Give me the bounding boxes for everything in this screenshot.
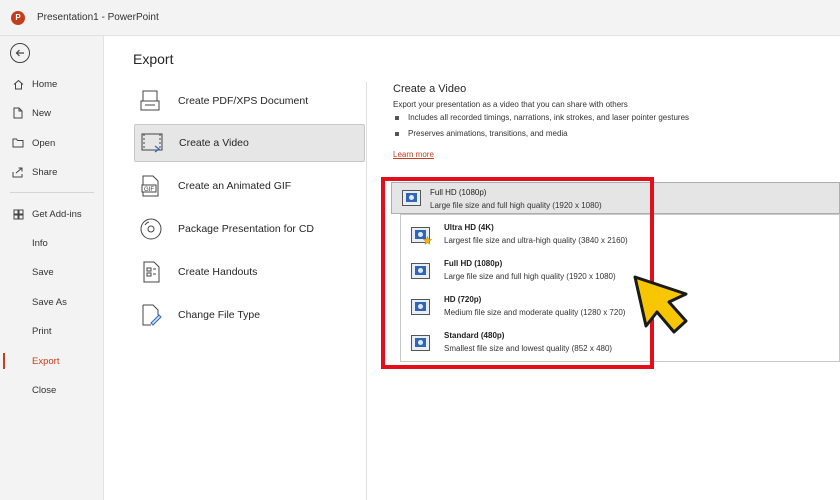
option-label: Create a Video	[179, 137, 249, 149]
option-label: Package Presentation for CD	[178, 223, 314, 235]
sidebar-divider	[10, 192, 94, 193]
cd-icon	[138, 216, 164, 242]
option-label: Create PDF/XPS Document	[178, 95, 309, 107]
sidebar-item-label: Open	[32, 137, 56, 149]
sidebar-item-open[interactable]: Open	[0, 129, 104, 157]
panel-divider	[366, 82, 367, 500]
sidebar-item-label: Info	[32, 237, 48, 249]
back-button[interactable]	[10, 43, 30, 63]
sidebar-item-get-add-ins[interactable]: Get Add-ins	[0, 200, 104, 228]
sidebar-item-print[interactable]: Print	[0, 317, 104, 345]
page-title: Export	[133, 51, 174, 67]
handouts-icon	[138, 259, 164, 285]
option-create-video[interactable]: Create a Video	[134, 124, 365, 162]
svg-text:GIF: GIF	[144, 187, 154, 193]
sidebar-item-home[interactable]: Home	[0, 70, 104, 98]
bullet-text: Includes all recorded timings, narration…	[408, 113, 690, 122]
sidebar-item-new[interactable]: New	[0, 99, 104, 127]
pdf-document-icon	[138, 88, 164, 114]
sidebar-item-save-as[interactable]: Save As	[0, 288, 104, 316]
new-file-icon	[12, 107, 24, 119]
sidebar-item-share[interactable]: Share	[0, 158, 104, 186]
home-icon	[12, 78, 24, 90]
sidebar-item-label: Save	[32, 266, 54, 278]
title-bar: P Presentation1 - PowerPoint	[0, 0, 840, 36]
sidebar-item-label: Save As	[32, 296, 67, 308]
bullet-text: Preserves animations, transitions, and m…	[408, 129, 568, 138]
sidebar-item-label: Share	[32, 166, 58, 178]
sidebar-item-label: New	[32, 107, 52, 119]
video-panel-title: Create a Video	[393, 83, 467, 95]
option-label: Create Handouts	[178, 266, 258, 278]
sidebar-item-save[interactable]: Save	[0, 258, 104, 286]
option-label: Change File Type	[178, 309, 261, 321]
bullet-item: Includes all recorded timings, narration…	[395, 113, 689, 122]
sidebar-item-label: Print	[32, 325, 52, 337]
sidebar-item-info[interactable]: Info	[0, 229, 104, 257]
option-package-for-cd[interactable]: Package Presentation for CD	[134, 210, 365, 248]
annotation-highlight-frame	[381, 177, 654, 369]
change-file-type-icon	[138, 302, 164, 328]
open-folder-icon	[12, 137, 24, 149]
window-title: Presentation1 - PowerPoint	[37, 12, 159, 23]
bullet-dot	[395, 115, 399, 120]
option-change-file-type[interactable]: Change File Type	[134, 296, 365, 334]
bullet-dot	[395, 131, 399, 136]
sidebar-item-export[interactable]: Export	[0, 347, 104, 375]
sidebar-item-label: Export	[32, 355, 60, 367]
option-create-pdf-xps[interactable]: Create PDF/XPS Document	[134, 82, 365, 120]
video-panel-description: Export your presentation as a video that…	[393, 100, 628, 109]
add-ins-icon	[12, 208, 24, 220]
learn-more-link[interactable]: Learn more	[393, 150, 434, 159]
backstage-sidebar: Home New Open Share Get Add-ins Info Sav…	[0, 36, 104, 500]
sidebar-item-label: Home	[32, 78, 58, 90]
pointer-arrow-icon	[633, 275, 688, 334]
sidebar-item-close[interactable]: Close	[0, 376, 104, 404]
back-arrow-icon	[15, 49, 24, 57]
video-icon	[139, 130, 165, 156]
gif-icon: GIF	[138, 173, 164, 199]
option-create-handouts[interactable]: Create Handouts	[134, 253, 365, 291]
sidebar-item-label: Get Add-ins	[32, 208, 82, 220]
export-main: Export Create PDF/XPS Document Create a …	[105, 36, 840, 500]
powerpoint-logo-icon: P	[11, 10, 25, 25]
sidebar-item-label: Close	[32, 384, 57, 396]
bullet-item: Preserves animations, transitions, and m…	[395, 129, 568, 138]
option-create-animated-gif[interactable]: GIF Create an Animated GIF	[134, 167, 365, 205]
share-icon	[12, 166, 24, 178]
option-label: Create an Animated GIF	[178, 180, 292, 192]
